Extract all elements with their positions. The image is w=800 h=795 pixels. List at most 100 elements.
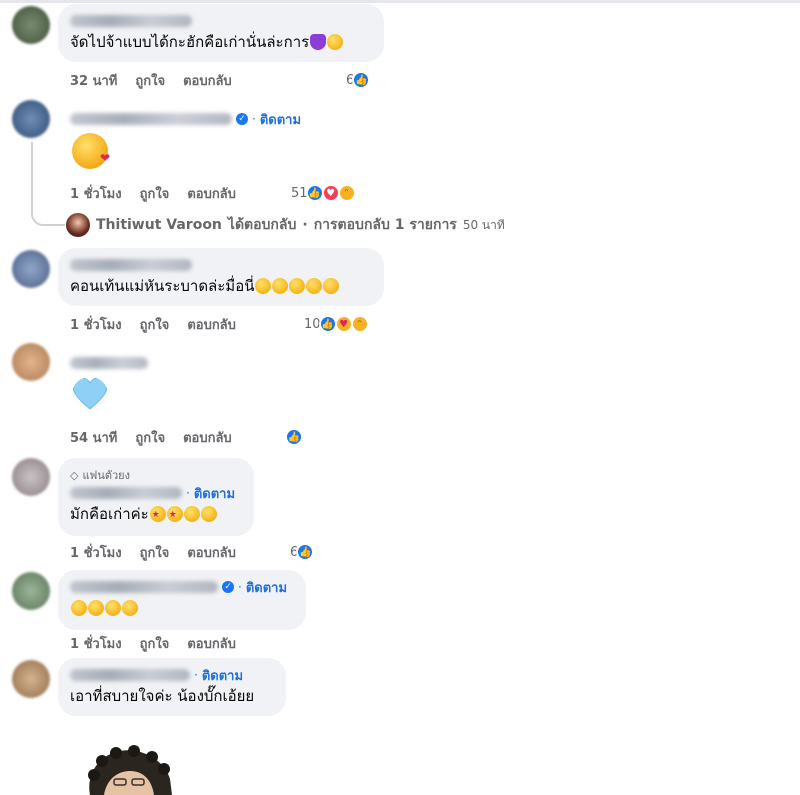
kiss-face-emoji — [72, 133, 110, 169]
avatar[interactable] — [12, 572, 50, 610]
reply-button[interactable]: ตอบกลับ — [183, 70, 232, 91]
replier-avatar — [66, 213, 90, 237]
like-button[interactable]: ถูกใจ — [140, 542, 170, 563]
commenter-name[interactable] — [70, 669, 190, 681]
comment-time[interactable]: 32 นาที — [70, 70, 117, 91]
replier-name: Thitiwut Varoon — [96, 217, 222, 233]
comment-actions: 1 ชั่วโมง ถูกใจ ตอบกลับ — [70, 183, 236, 203]
comment-text: เอาที่สบายใจค่ะ น้องบั๊กเอ้ยย — [70, 687, 255, 705]
commenter-name[interactable] — [70, 487, 182, 499]
haha-reaction-icon: ᵔ — [350, 315, 369, 333]
comment-actions: 1 ชั่วโมง ถูกใจ ตอบกลับ — [70, 633, 236, 653]
comment-actions: 1 ชั่วโมง ถูกใจ ตอบกลับ — [70, 542, 236, 562]
comment-time[interactable]: 1 ชั่วโมง — [70, 542, 122, 563]
avatar[interactable] — [12, 250, 50, 288]
comment-actions: 54 นาที ถูกใจ ตอบกลับ — [70, 427, 232, 447]
avatar[interactable] — [12, 458, 50, 496]
like-reaction-icon: 👍 — [352, 71, 371, 89]
astonished-emoji — [71, 600, 87, 616]
comment-text: คอนเท้นแม่หันระบาดล่ะมื่อนี่ — [70, 277, 255, 295]
purple-heart-emoji — [310, 34, 327, 50]
reply-button[interactable]: ตอบกลับ — [187, 183, 236, 204]
reply-time: 50 นาที — [462, 217, 505, 232]
reaction-summary[interactable]: 👍 — [285, 427, 303, 447]
diamond-icon: ◇ — [70, 468, 79, 482]
comment-time[interactable]: 1 ชั่วโมง — [70, 314, 122, 335]
love-reaction-icon: ♥ — [321, 184, 340, 202]
star-struck-emoji — [149, 505, 166, 525]
rofl-emoji — [272, 278, 289, 294]
kiss-face-emoji — [327, 34, 344, 50]
follow-button[interactable]: ติดตาม — [260, 109, 301, 130]
follow-button[interactable]: ติดตาม — [246, 577, 287, 598]
reaction-summary[interactable]: 51 👍 ♥ ᵔ — [291, 183, 356, 203]
rofl-emoji — [306, 278, 323, 294]
like-button[interactable]: ถูกใจ — [135, 427, 165, 448]
comment-time[interactable]: 1 ชั่วโมง — [70, 183, 122, 204]
reply-button[interactable]: ตอบกลับ — [183, 427, 232, 448]
care-reaction-icon: ♥ — [334, 315, 353, 333]
comment-bubble — [58, 350, 208, 376]
separator-dot: · — [252, 112, 256, 126]
reaction-summary[interactable]: 6 👍 — [346, 70, 371, 90]
comment-bubble: คอนเท้นแม่หันระบาดล่ะมื่อนี่ — [58, 248, 384, 306]
top-divider — [0, 0, 800, 3]
reply-count: การตอบกลับ 1 รายการ — [313, 217, 457, 233]
grin-emoji — [183, 506, 200, 522]
commenter-name[interactable] — [70, 15, 192, 27]
rofl-emoji — [255, 278, 272, 294]
reply-button[interactable]: ตอบกลับ — [187, 314, 236, 335]
verified-badge-icon: ✓ — [222, 581, 234, 593]
verified-badge-icon: ✓ — [236, 113, 248, 125]
like-button[interactable]: ถูกใจ — [140, 183, 170, 204]
like-reaction-icon: 👍 — [296, 543, 315, 561]
comment-actions: 1 ชั่วโมง ถูกใจ ตอบกลับ — [70, 314, 236, 334]
rofl-emoji — [323, 278, 340, 294]
comment-text: มักคือเก่าค่ะ — [70, 505, 149, 523]
like-button[interactable]: ถูกใจ — [135, 70, 165, 91]
view-replies-link[interactable]: Thitiwut Varoon ได้ตอบกลับ · การตอบกลับ … — [66, 213, 505, 237]
avatar[interactable] — [12, 100, 50, 138]
like-button[interactable]: ถูกใจ — [140, 633, 170, 654]
commenter-name[interactable] — [70, 581, 218, 593]
haha-reaction-icon: ᵔ — [337, 184, 356, 202]
comment-actions: 32 นาที ถูกใจ ตอบกลับ — [70, 70, 232, 90]
light-blue-heart-emoji — [72, 377, 108, 410]
replied-label: ได้ตอบกลับ — [227, 217, 297, 233]
astonished-emoji — [105, 600, 121, 616]
like-reaction-icon: 👍 — [285, 428, 303, 446]
grin-emoji — [200, 506, 217, 522]
star-struck-emoji — [166, 505, 183, 525]
follow-button[interactable]: ติดตาม — [194, 483, 235, 504]
commenter-name[interactable] — [70, 113, 232, 125]
comment-bubble: จัดไปจ้าแบบได้กะฮักคือเก่านั่นล่ะการ — [58, 4, 384, 62]
astonished-emoji — [122, 600, 138, 616]
reply-button[interactable]: ตอบกลับ — [187, 633, 236, 654]
thread-connector — [31, 142, 65, 226]
follow-button[interactable]: ติดตาม — [202, 665, 243, 686]
commenter-name[interactable] — [70, 357, 148, 369]
reaction-summary[interactable]: 6 👍 — [290, 542, 315, 562]
separator-dot: · — [186, 486, 190, 500]
comment-bubble: ✓ · ติดตาม — [58, 106, 348, 132]
comment-bubble: ◇ แฟนตัวยง · ติดตาม มักคือเก่าค่ะ — [58, 458, 254, 536]
comment-bubble: ✓ · ติดตาม — [58, 570, 306, 630]
reaction-summary[interactable]: 10 👍 ♥ ᵔ — [304, 314, 369, 334]
separator-dot: · — [302, 217, 308, 233]
reply-button[interactable]: ตอบกลับ — [187, 542, 236, 563]
avatar[interactable] — [12, 343, 50, 381]
top-fan-badge: ◇ แฟนตัวยง — [70, 466, 242, 484]
like-reaction-icon: 👍 — [318, 315, 337, 333]
like-reaction-icon: 👍 — [305, 184, 324, 202]
astonished-emoji — [88, 600, 104, 616]
avatar[interactable] — [12, 6, 50, 44]
comment-time[interactable]: 1 ชั่วโมง — [70, 633, 122, 654]
commenter-name[interactable] — [70, 259, 192, 271]
top-fan-label: แฟนตัวยง — [82, 469, 131, 482]
comment-time[interactable]: 54 นาที — [70, 427, 117, 448]
curly-hair-sticker — [88, 745, 172, 795]
avatar[interactable] — [12, 660, 50, 698]
comment-bubble: · ติดตาม เอาที่สบายใจค่ะ น้องบั๊กเอ้ยย — [58, 658, 286, 716]
like-button[interactable]: ถูกใจ — [140, 314, 170, 335]
separator-dot: · — [194, 668, 198, 682]
